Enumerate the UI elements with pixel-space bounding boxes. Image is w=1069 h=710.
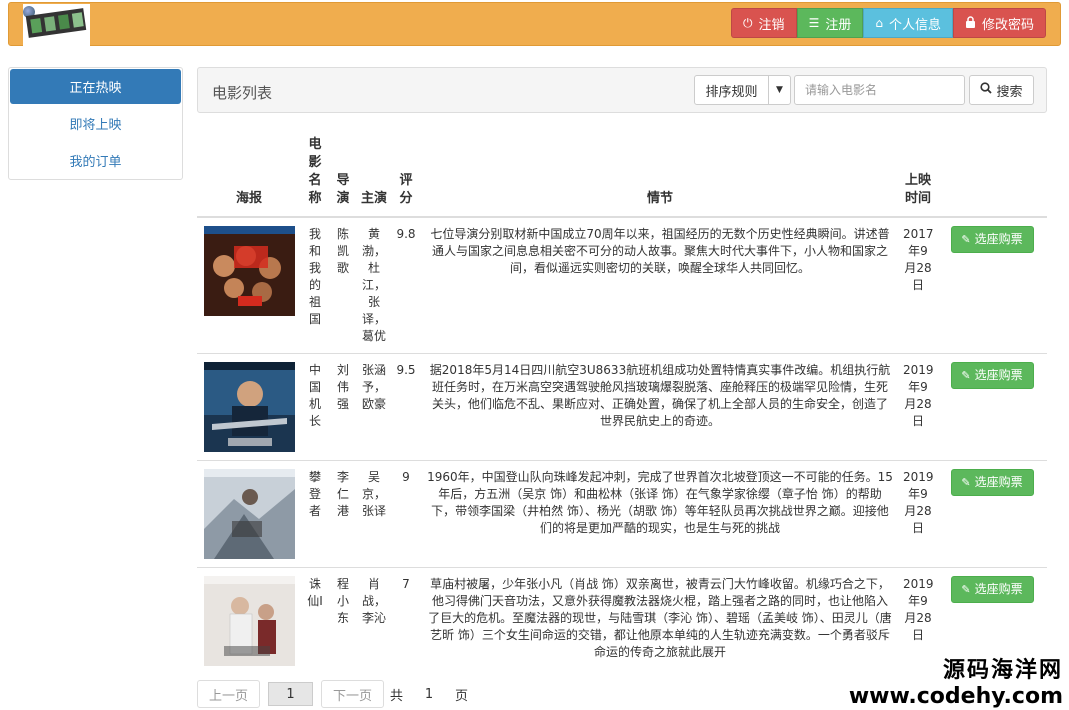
movie-release: 2019年9月28日	[899, 460, 937, 568]
top-navbar: ⏻ 注销 ☰ 注册 ⌂ 个人信息 修改密码	[8, 2, 1061, 46]
movie-poster-image[interactable]	[203, 362, 295, 452]
change-password-label: 修改密码	[981, 17, 1034, 33]
movie-rating: 7	[391, 567, 421, 674]
movie-name: 中国机长	[301, 353, 329, 461]
action-cell: ✎ 选座购票	[937, 460, 1047, 568]
buy-ticket-label: 选座购票	[974, 475, 1023, 489]
header-button-group: ⏻ 注销 ☰ 注册 ⌂ 个人信息 修改密码	[731, 8, 1046, 38]
sort-dropdown[interactable]: 排序规则 ▼	[694, 75, 791, 105]
profile-button[interactable]: ⌂ 个人信息	[863, 8, 953, 38]
edit-icon: ✎	[961, 369, 971, 382]
movie-plot: 据2018年5月14日四川航空3U8633航班机组成功处置特情真实事件改编。机组…	[421, 353, 899, 461]
movie-list-panel-header: 电影列表 排序规则 ▼ 搜索	[197, 67, 1047, 113]
movie-name: 我和我的祖国	[301, 216, 329, 354]
movie-director: 刘伟强	[329, 353, 357, 461]
panel-title: 电影列表	[212, 84, 273, 102]
movie-rating: 9.8	[391, 216, 421, 354]
edit-icon: ✎	[961, 476, 971, 489]
header-name: 电影名称	[301, 132, 329, 218]
movie-plot: 1960年，中国登山队向珠峰发起冲刺，完成了世界首次北坡登顶这一不可能的任务。1…	[421, 460, 899, 568]
current-page[interactable]: 1	[268, 682, 314, 706]
header-poster: 海报	[197, 132, 301, 218]
pagination: 上一页 1 下一页 共 1 页	[197, 680, 474, 708]
total-prefix: 共	[390, 688, 404, 704]
header-director: 导演	[329, 132, 357, 218]
action-cell: ✎ 选座购票	[937, 216, 1047, 354]
sort-label: 排序规则	[695, 76, 769, 104]
movie-release: 2019年9月28日	[899, 353, 937, 461]
chevron-down-icon[interactable]: ▼	[769, 76, 790, 104]
total-suffix: 页	[455, 688, 469, 704]
poster-cell	[197, 567, 301, 674]
movie-table: 海报 电影名称 导演 主演 评分 情节 上映时间 我和我的祖国 陈凯歌 黄渤，杜…	[197, 132, 1047, 674]
total-pages: 1	[424, 686, 434, 702]
movie-director: 陈凯歌	[329, 216, 357, 354]
movie-plot: 草庙村被屠，少年张小凡（肖战 饰）双亲离世，被青云门大竹峰收留。机缘巧合之下，他…	[421, 567, 899, 674]
edit-icon: ✎	[961, 583, 971, 596]
header-release: 上映时间	[899, 132, 937, 218]
table-header-row: 海报 电影名称 导演 主演 评分 情节 上映时间	[197, 132, 1047, 218]
sidebar-item-coming-soon[interactable]: 即将上映	[9, 105, 182, 142]
movie-plot: 七位导演分别取材新中国成立70周年以来，祖国经历的无数个历史性经典瞬间。讲述普通…	[421, 216, 899, 354]
buy-ticket-label: 选座购票	[974, 232, 1023, 246]
movie-poster-image[interactable]	[203, 469, 295, 559]
action-cell: ✎ 选座购票	[937, 353, 1047, 461]
buy-ticket-button[interactable]: ✎ 选座购票	[950, 362, 1034, 389]
buy-ticket-label: 选座购票	[974, 582, 1023, 596]
header-cast: 主演	[357, 132, 391, 218]
table-row: 中国机长 刘伟强 张涵予，欧豪 9.5 据2018年5月14日四川航空3U863…	[197, 353, 1047, 461]
movie-cast: 张涵予，欧豪	[357, 353, 391, 461]
buy-ticket-label: 选座购票	[974, 368, 1023, 382]
edit-icon: ✎	[961, 233, 971, 246]
watermark: 源码海洋网 www.codehy.com	[849, 652, 1063, 709]
power-icon: ⏻	[743, 15, 753, 30]
prev-page-button[interactable]: 上一页	[197, 680, 261, 708]
buy-ticket-button[interactable]: ✎ 选座购票	[950, 226, 1034, 253]
buy-ticket-button[interactable]: ✎ 选座购票	[950, 469, 1034, 496]
search-input[interactable]	[794, 75, 965, 105]
logout-label: 注销	[758, 17, 785, 33]
movie-director: 程小东	[329, 567, 357, 674]
list-icon: ☰	[808, 16, 820, 30]
sidebar-item-my-orders[interactable]: 我的订单	[9, 142, 182, 179]
next-page-button[interactable]: 下一页	[321, 680, 385, 708]
header-rating: 评分	[391, 132, 421, 218]
poster-cell	[197, 216, 301, 354]
home-icon: ⌂	[875, 16, 883, 30]
buy-ticket-button[interactable]: ✎ 选座购票	[950, 576, 1034, 603]
lock-icon	[965, 15, 976, 31]
register-button[interactable]: ☰ 注册	[796, 8, 864, 38]
table-row: 我和我的祖国 陈凯歌 黄渤，杜江，张译，葛优 9.8 七位导演分别取材新中国成立…	[197, 216, 1047, 354]
sidebar-nav: 正在热映 即将上映 我的订单	[8, 67, 183, 180]
watermark-title: 源码海洋网	[942, 658, 1063, 683]
logout-button[interactable]: ⏻ 注销	[731, 8, 797, 38]
search-button[interactable]: 搜索	[969, 75, 1034, 105]
profile-label: 个人信息	[888, 17, 941, 33]
movie-cast: 肖战，李沁	[357, 567, 391, 674]
header-action	[937, 132, 1047, 218]
movie-poster-image[interactable]	[203, 576, 295, 666]
table-row: 攀登者 李仁港 吴京，张译 9 1960年，中国登山队向珠峰发起冲刺，完成了世界…	[197, 460, 1047, 568]
register-label: 注册	[825, 17, 852, 33]
movie-name: 攀登者	[301, 460, 329, 568]
sidebar-item-now-showing[interactable]: 正在热映	[10, 69, 181, 104]
search-label: 搜索	[996, 84, 1023, 100]
movie-cast: 吴京，张译	[357, 460, 391, 568]
search-icon	[980, 82, 993, 98]
movie-poster-image[interactable]	[203, 226, 295, 316]
watermark-url: www.codehy.com	[848, 684, 1063, 709]
header-plot: 情节	[421, 132, 899, 218]
movie-cast: 黄渤，杜江，张译，葛优	[357, 216, 391, 354]
change-password-button[interactable]: 修改密码	[952, 8, 1046, 38]
movie-director: 李仁港	[329, 460, 357, 568]
site-logo[interactable]	[23, 4, 90, 46]
movie-rating: 9	[391, 460, 421, 568]
poster-cell	[197, 353, 301, 461]
movie-release: 2017年9月28日	[899, 216, 937, 354]
movie-rating: 9.5	[391, 353, 421, 461]
poster-cell	[197, 460, 301, 568]
movie-name: 诛仙Ⅰ	[301, 567, 329, 674]
